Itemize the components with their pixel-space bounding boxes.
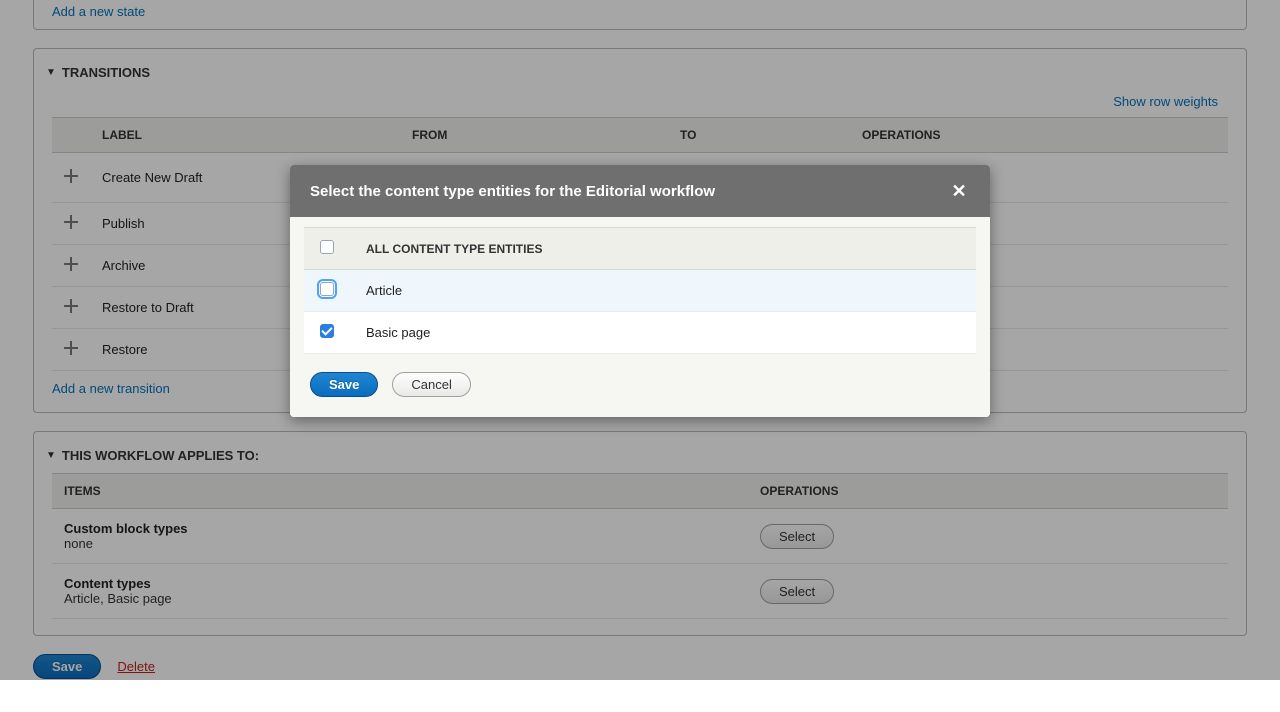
modal-row-label: Article <box>350 270 976 312</box>
row-checkbox[interactable] <box>320 282 334 296</box>
modal-row[interactable]: Article <box>304 270 976 312</box>
content-type-modal: Select the content type entities for the… <box>290 165 990 417</box>
modal-col-header: All Content type entities <box>350 228 976 270</box>
modal-footer: Save Cancel <box>290 354 990 417</box>
modal-body: All Content type entities Article Basic … <box>304 227 976 354</box>
modal-row[interactable]: Basic page <box>304 312 976 354</box>
modal-table: All Content type entities Article Basic … <box>304 227 976 354</box>
modal-row-label: Basic page <box>350 312 976 354</box>
close-icon[interactable]: ✕ <box>948 180 970 202</box>
modal-title: Select the content type entities for the… <box>310 183 715 200</box>
modal-header: Select the content type entities for the… <box>290 165 990 217</box>
modal-save-button[interactable]: Save <box>310 372 378 397</box>
row-checkbox[interactable] <box>320 324 334 338</box>
select-all-checkbox[interactable] <box>320 240 334 254</box>
modal-cancel-button[interactable]: Cancel <box>392 372 470 397</box>
